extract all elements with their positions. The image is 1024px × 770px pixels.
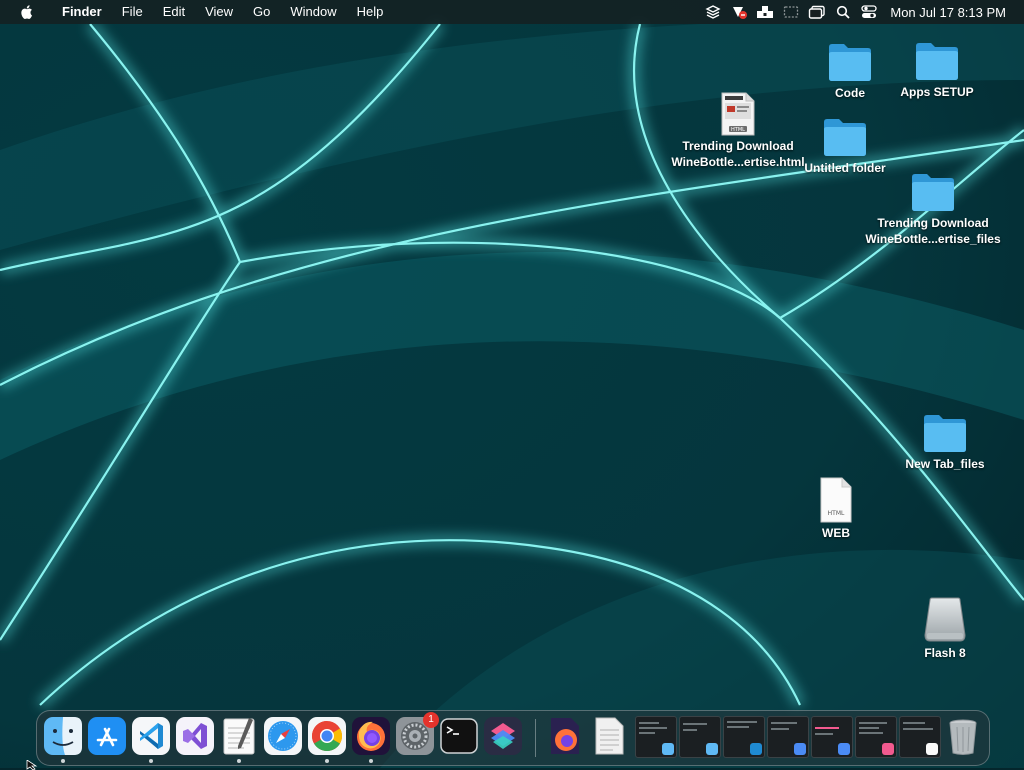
menu-bar: Finder File Edit View Go Window Help Mon… [0,0,1024,24]
folder-icon [916,43,958,80]
shortcuts-icon [882,743,894,755]
menu-window[interactable]: Window [280,0,346,24]
folder-icon [824,119,866,156]
screen-mirroring-icon[interactable] [778,0,804,24]
desktop-item-flash-8[interactable]: Flash 8 [875,597,1015,661]
desktop-item-label: Flash 8 [924,646,966,660]
terminal-icon [440,718,478,754]
running-indicator [237,759,241,763]
desktop-item-new-tab-files[interactable]: New Tab_files [875,412,1015,472]
dock-separator [535,719,536,757]
apple-logo-icon[interactable] [12,4,40,20]
dock-shortcuts[interactable] [483,716,523,756]
shortcuts-status-icon[interactable] [726,0,752,24]
vscode-icon [132,717,170,755]
external-drive-icon [924,597,966,642]
mouse-cursor-icon [26,760,38,770]
chrome-icon [308,717,346,755]
window-icon[interactable] [804,0,830,24]
visual-studio-icon [176,717,214,755]
desktop-item-untitled-folder[interactable]: Untitled folder [775,116,915,176]
desktop-item-label: Trending Download WineBottle...ertise_fi… [865,216,1001,246]
dock-minimized-window[interactable] [679,716,721,758]
shortcuts-icon [794,743,806,755]
menu-view[interactable]: View [195,0,243,24]
menu-help[interactable]: Help [347,0,394,24]
menu-file[interactable]: File [112,0,153,24]
dock-system-settings[interactable]: 1 [395,712,439,756]
dock-terminal[interactable] [439,716,479,756]
menu-app-name[interactable]: Finder [52,0,112,24]
shortcuts-icon [838,743,850,755]
running-indicator [325,759,329,763]
desktop-item-label: WEB [822,526,850,540]
notchmeister-icon[interactable] [752,0,778,24]
firefox-document-icon [551,718,579,754]
folder-icon [912,174,954,211]
html-file-icon: HTML [820,477,852,523]
dock: 1 [36,710,990,766]
menu-clock[interactable]: Mon Jul 17 8:13 PM [882,5,1024,20]
html-document-thumbnail-icon: HTML [721,92,755,136]
notification-badge: 1 [423,712,439,728]
desktop-item-trending-download-files[interactable]: Trending Download WineBottle...ertise_fi… [863,171,1003,247]
dock-recent-firefox-document[interactable] [545,716,585,756]
layers-icon[interactable] [700,0,726,24]
generic-document-icon [595,717,624,755]
dock-minimized-window[interactable] [635,716,677,758]
control-center-icon[interactable] [856,0,882,24]
desktop-item-web[interactable]: HTML WEB [766,477,906,541]
firefox-icon [352,717,390,755]
finder-icon [662,743,674,755]
dock-firefox[interactable] [351,716,391,763]
running-indicator [369,759,373,763]
svg-text:HTML: HTML [731,127,745,133]
running-indicator [149,759,153,763]
dock-textedit[interactable] [219,716,259,763]
trash-icon [949,719,977,755]
vscode-icon [750,743,762,755]
dock-minimized-window[interactable] [855,716,897,758]
textedit-icon [223,718,255,755]
dock-visual-studio[interactable] [175,716,215,756]
running-indicator [61,759,65,763]
desktop-item-label: Apps SETUP [900,85,974,99]
safari-icon [264,717,302,755]
finder-icon [706,743,718,755]
folder-icon [924,415,966,452]
dock-recent-document[interactable] [589,716,629,756]
finder-icon [44,717,82,755]
menu-edit[interactable]: Edit [153,0,195,24]
dock-safari[interactable] [263,716,303,756]
dock-app-store[interactable] [87,716,127,756]
dock-minimized-window[interactable] [723,716,765,758]
dock-chrome[interactable] [307,716,347,763]
search-icon[interactable] [830,0,856,24]
dock-minimized-window[interactable] [811,716,853,758]
desktop-item-label: New Tab_files [905,457,985,471]
desktop-item-apps-setup[interactable]: Apps SETUP [867,40,1007,100]
dock-vscode[interactable] [131,716,171,763]
svg-text:HTML: HTML [828,510,845,517]
dock-minimized-window[interactable] [767,716,809,758]
dock-finder[interactable] [43,716,83,763]
shortcuts-icon [484,717,522,755]
menu-go[interactable]: Go [243,0,280,24]
dock-minimized-window[interactable] [899,716,941,758]
textedit-icon [926,743,938,755]
dock-trash[interactable] [943,716,983,756]
app-store-icon [88,717,126,755]
